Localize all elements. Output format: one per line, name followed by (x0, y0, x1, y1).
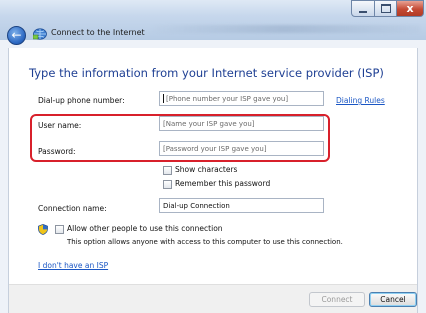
wizard-window: x ← Connect to the Internet Type the inf… (0, 0, 426, 313)
minimize-button[interactable] (351, 0, 375, 17)
username-field[interactable]: [Name your ISP gave you] (159, 116, 324, 131)
dialing-rules-link[interactable]: Dialing Rules (336, 96, 385, 105)
allow-others-label[interactable]: Allow other people to use this connectio… (67, 224, 223, 233)
connection-name-value: Dial-up Connection (163, 201, 230, 210)
text-caret (163, 94, 164, 103)
show-characters-label[interactable]: Show characters (175, 165, 237, 174)
minimize-icon (359, 10, 367, 13)
window-title: Connect to the Internet (51, 28, 145, 37)
uac-shield-icon (38, 224, 48, 235)
cancel-button[interactable]: Cancel (369, 292, 417, 307)
maximize-button[interactable] (375, 0, 397, 17)
close-button[interactable]: x (397, 0, 424, 17)
password-field[interactable]: [Password your ISP gave you] (159, 141, 324, 156)
close-icon: x (406, 2, 414, 15)
back-arrow-icon: ← (11, 28, 22, 42)
connect-button[interactable]: Connect (309, 292, 365, 307)
password-placeholder: [Password your ISP gave you] (163, 144, 267, 153)
dialup-number-placeholder: [Phone number your ISP gave you] (166, 94, 289, 103)
allow-others-checkbox[interactable] (55, 225, 64, 234)
page-heading: Type the information from your Internet … (29, 66, 384, 80)
show-characters-checkbox[interactable] (163, 166, 172, 175)
dialup-number-label: Dial-up phone number: (38, 96, 125, 105)
username-label: User name: (38, 121, 82, 130)
username-placeholder: [Name your ISP gave you] (163, 119, 255, 128)
dialup-number-field[interactable]: [Phone number your ISP gave you] (159, 91, 324, 106)
remember-password-label[interactable]: Remember this password (175, 179, 270, 188)
title-bar-blurred-breadcrumb (150, 25, 420, 33)
connection-name-field[interactable]: Dial-up Connection (159, 198, 324, 213)
allow-others-description: This option allows anyone with access to… (67, 238, 343, 246)
maximize-icon (380, 4, 391, 13)
no-isp-link[interactable]: I don't have an ISP (38, 261, 108, 270)
back-button[interactable]: ← (7, 26, 26, 45)
network-connection-icon (33, 28, 47, 40)
password-label: Password: (38, 147, 76, 156)
remember-password-checkbox[interactable] (163, 180, 172, 189)
connection-name-label: Connection name: (38, 204, 107, 213)
